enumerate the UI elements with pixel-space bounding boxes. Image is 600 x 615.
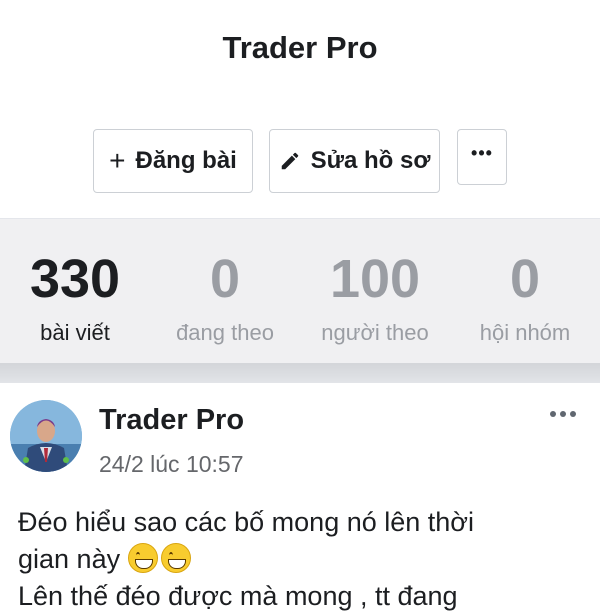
post-text-line: gian này bbox=[18, 544, 121, 574]
more-dots-icon: ••• bbox=[471, 143, 493, 163]
section-divider bbox=[0, 363, 600, 383]
edit-profile-button[interactable]: Sửa hồ sơ bbox=[269, 129, 440, 193]
edit-profile-label: Sửa hồ sơ bbox=[310, 147, 431, 174]
stat-groups-count: 0 bbox=[509, 249, 541, 309]
profile-avatar[interactable] bbox=[240, 0, 360, 2]
post-text-line: Đéo hiểu sao các bố mong nó lên thời bbox=[18, 507, 474, 537]
more-dot bbox=[560, 411, 566, 417]
create-post-label: Đăng bài bbox=[135, 147, 237, 174]
grinning-face-emoji-icon bbox=[160, 543, 191, 573]
stat-following-label: đang theo bbox=[176, 320, 274, 345]
plus-icon: + bbox=[109, 145, 126, 176]
post-text-line: Lên thế đéo được mà mong , tt đang bbox=[18, 581, 458, 611]
create-post-button[interactable]: + Đăng bài bbox=[93, 129, 253, 193]
more-options-button[interactable]: ••• bbox=[457, 129, 507, 185]
profile-stats: 330 bài viết 0 đang theo 100 người theo … bbox=[0, 218, 600, 364]
stat-following-count: 0 bbox=[209, 249, 241, 309]
grinning-face-emoji-icon bbox=[127, 543, 158, 573]
stat-posts-count: 330 bbox=[29, 249, 121, 309]
stat-posts-label: bài viết bbox=[40, 320, 110, 345]
profile-name: Trader Pro bbox=[222, 30, 378, 65]
post-options-button[interactable] bbox=[543, 402, 583, 426]
stat-followers-count: 100 bbox=[329, 249, 421, 309]
post-author-avatar[interactable] bbox=[10, 400, 82, 472]
stat-followers-label: người theo bbox=[321, 320, 429, 345]
more-dots-icon bbox=[550, 411, 556, 417]
person-icon bbox=[10, 400, 82, 472]
post-text-line-with-emoji: gian này bbox=[18, 541, 588, 578]
pencil-icon bbox=[281, 152, 298, 170]
post-author-name[interactable]: Trader Pro bbox=[99, 404, 244, 437]
stat-groups-label: hội nhóm bbox=[479, 320, 571, 345]
more-dot bbox=[570, 411, 576, 417]
post-body: Đéo hiểu sao các bố mong nó lên thời gia… bbox=[18, 504, 588, 615]
post-timestamp[interactable]: 24/2 lúc 10:57 bbox=[99, 451, 244, 478]
